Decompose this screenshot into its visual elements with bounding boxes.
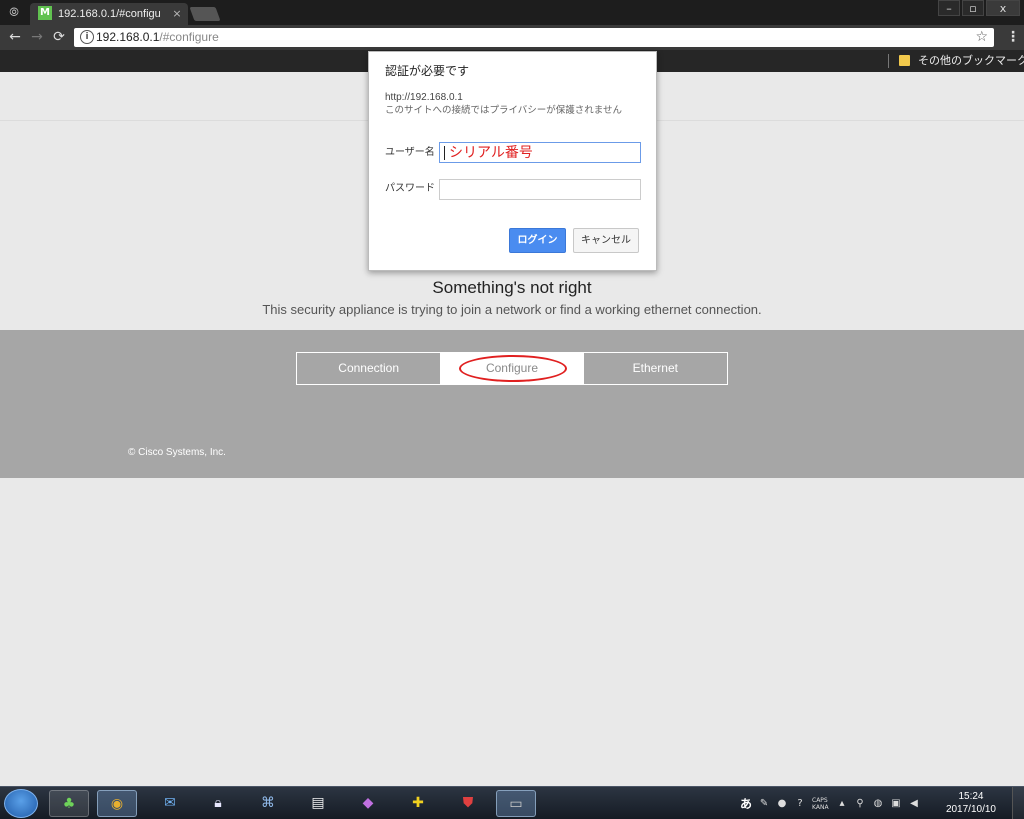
url-path: /#configure xyxy=(159,30,219,44)
kana-label: KANA xyxy=(812,804,829,811)
sync-tray-icon[interactable]: ◍ xyxy=(872,798,884,810)
tab-connection[interactable]: Connection xyxy=(297,353,440,384)
ime-pad-icon[interactable]: ● xyxy=(776,798,788,810)
page-subtitle: This security appliance is trying to joi… xyxy=(262,302,762,317)
clover-icon[interactable]: ♣ xyxy=(49,790,89,817)
security-app-icon[interactable]: ⛊ xyxy=(448,790,488,817)
dialog-url: http://192.168.0.1 xyxy=(385,92,463,103)
caps-kana-indicator: CAPS KANA xyxy=(812,797,830,811)
address-bar[interactable]: i 192.168.0.1/#configure ☆ xyxy=(74,28,994,47)
network-app-icon[interactable]: ⌘ xyxy=(248,790,288,817)
tab-title: 192.168.0.1/#configu xyxy=(58,8,161,20)
notepad-icon[interactable]: ▤ xyxy=(298,790,338,817)
expand-tray-icon[interactable]: ▴ xyxy=(836,798,848,810)
clock-date: 2017/10/10 xyxy=(945,804,996,815)
reload-icon[interactable]: ⟳ xyxy=(50,28,68,46)
clock-time: 15:24 xyxy=(958,791,984,802)
volume-muted-icon[interactable]: ◀ xyxy=(908,798,920,810)
dialog-title: 認証が必要です xyxy=(385,64,470,78)
folder-icon xyxy=(899,55,910,66)
bookmark-separator xyxy=(888,54,889,68)
wrench-icon[interactable]: ✎ xyxy=(758,798,770,810)
back-arrow-icon[interactable]: ← xyxy=(6,28,24,46)
username-label: ユーザー名 xyxy=(385,147,435,158)
nav-band: Connection Configure Ethernet © Cisco Sy… xyxy=(0,330,1024,478)
mail-client-icon[interactable]: ✉ xyxy=(150,790,190,817)
window-controls: – ▫ x xyxy=(936,0,1020,18)
chrome-icon[interactable]: ◉ xyxy=(97,790,137,817)
url-text: 192.168.0.1/#configure xyxy=(96,29,219,46)
username-annotation: シリアル番号 xyxy=(449,145,533,161)
info-icon[interactable]: i xyxy=(80,30,94,44)
close-window-button[interactable]: x xyxy=(986,0,1020,16)
puzzle-app-icon[interactable]: ✚ xyxy=(398,790,438,817)
browser-tab[interactable]: M 192.168.0.1/#configu × xyxy=(30,3,188,25)
network-tray-icon[interactable]: ⚲ xyxy=(854,798,866,810)
display-tray-icon[interactable]: ▣ xyxy=(890,798,902,810)
red-circle-annotation xyxy=(459,355,568,382)
tab-configure[interactable]: Configure xyxy=(440,353,584,384)
login-button[interactable]: ログイン xyxy=(509,228,566,253)
nav-tabs: Connection Configure Ethernet xyxy=(296,352,728,385)
browser-titlebar: ⦾ M 192.168.0.1/#configu × – ▫ x xyxy=(0,0,1024,25)
star-icon[interactable]: ☆ xyxy=(975,28,988,47)
system-tray: あ ✎ ● ? CAPS KANA ▴ ⚲ ◍ ▣ ◀ xyxy=(740,791,920,817)
restore-button[interactable]: ▫ xyxy=(962,0,984,16)
privacy-note: このサイトへの接続ではプライバシーが保護されません xyxy=(385,105,623,116)
forward-arrow-icon[interactable]: → xyxy=(28,28,46,46)
caps-label: CAPS xyxy=(812,797,828,804)
clock[interactable]: 15:24 2017/10/10 xyxy=(946,790,996,816)
text-caret xyxy=(444,146,445,160)
tab-ethernet[interactable]: Ethernet xyxy=(584,353,727,384)
minimize-button[interactable]: – xyxy=(938,0,960,16)
tab-close-icon[interactable]: × xyxy=(170,6,184,22)
auth-dialog: 認証が必要です http://192.168.0.1 このサイトへの接続ではプラ… xyxy=(368,51,657,271)
incognito-icon: ⦾ xyxy=(9,5,19,19)
tab-favicon-icon: M xyxy=(38,6,52,20)
lock-app-icon[interactable]: 🔒︎ xyxy=(198,790,238,817)
browser-toolbar: ← → ⟳ i 192.168.0.1/#configure ☆ ⋮ xyxy=(0,25,1024,50)
show-desktop-button[interactable] xyxy=(1012,787,1024,819)
password-field[interactable] xyxy=(439,179,641,200)
page-title: Something's not right xyxy=(432,278,592,297)
command-prompt-icon[interactable]: ▭ xyxy=(496,790,536,817)
copyright-text: © Cisco Systems, Inc. xyxy=(128,447,226,458)
url-host: 192.168.0.1 xyxy=(96,30,160,44)
username-field[interactable]: シリアル番号 xyxy=(439,142,641,163)
pro-app-icon[interactable]: ◆ xyxy=(348,790,388,817)
ime-mode-indicator[interactable]: あ xyxy=(740,797,752,811)
password-label: パスワード xyxy=(385,183,435,194)
help-icon[interactable]: ? xyxy=(794,798,806,810)
start-button[interactable] xyxy=(4,789,38,818)
new-tab-button[interactable] xyxy=(189,7,221,21)
taskbar: ♣ ◉ ✉ 🔒︎ ⌘ ▤ ◆ ✚ ⛊ ▭ あ ✎ ● ? CAPS KANA ▴ … xyxy=(0,786,1024,819)
menu-icon[interactable]: ⋮ xyxy=(1006,28,1020,46)
cancel-button[interactable]: キャンセル xyxy=(573,228,639,253)
other-bookmarks-button[interactable]: その他のブックマーク xyxy=(918,53,1024,69)
